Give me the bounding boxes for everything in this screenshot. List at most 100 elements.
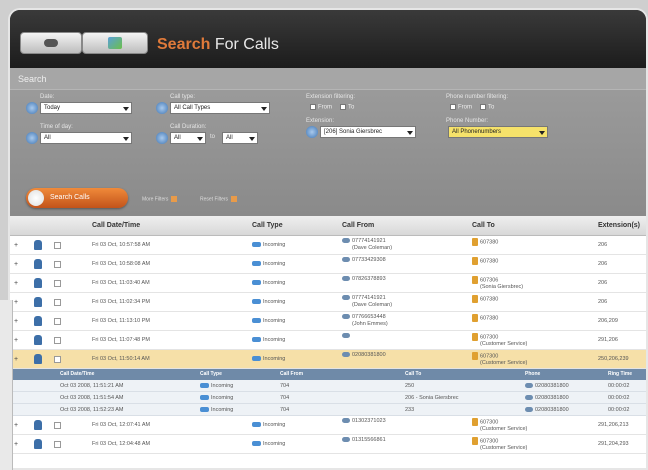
col-type[interactable]: Call Type bbox=[252, 222, 283, 229]
cell-to: 607300 (Customer Service) bbox=[472, 437, 527, 452]
cell-to: 607306 (Sonia Giersbrec) bbox=[472, 276, 523, 291]
table-row[interactable]: + Fri 03 Oct, 11:07:48 PM Incoming 607300 (C… bbox=[10, 331, 646, 350]
subcol-2[interactable]: Call From bbox=[280, 371, 303, 377]
arrow-in-icon bbox=[200, 383, 209, 389]
chevron-down-icon bbox=[407, 131, 413, 135]
phone-from-label: From bbox=[458, 104, 472, 111]
subgrid-row[interactable]: Oct 03 2008, 11:51:21 AM Incoming 704 250 02… bbox=[10, 380, 646, 392]
more-filters-option[interactable]: More Filters bbox=[142, 196, 178, 202]
sub-from: 704 bbox=[280, 383, 290, 389]
row-checkbox[interactable] bbox=[54, 299, 61, 306]
expand-icon[interactable]: + bbox=[14, 299, 18, 306]
time-select[interactable]: All bbox=[40, 132, 132, 144]
sub-type-label: Incoming bbox=[211, 383, 234, 389]
subcol-4[interactable]: Phone bbox=[525, 371, 540, 377]
time-value: All bbox=[44, 135, 51, 141]
user-icon bbox=[34, 354, 42, 364]
app-title-word1: Search bbox=[157, 36, 211, 53]
table-row[interactable]: + Fri 03 Oct, 11:03:40 AM Incoming 07826378… bbox=[10, 274, 646, 293]
duration-from-select[interactable]: All bbox=[170, 132, 206, 144]
reset-filters-option[interactable]: Reset Filters bbox=[200, 196, 238, 202]
col-from[interactable]: Call From bbox=[342, 222, 374, 229]
ext-from-label: From bbox=[318, 104, 332, 111]
phone-select[interactable]: All Phonenumbers bbox=[448, 126, 548, 138]
arrow-in-icon bbox=[252, 299, 261, 305]
cell-from: 07774141921 (Dave Coleman) bbox=[342, 238, 392, 252]
handset-icon bbox=[472, 314, 478, 322]
subgrid-row[interactable]: Oct 03 2008, 11:51:54 AM Incoming 704 206 -… bbox=[10, 392, 646, 404]
cell-to: 607380 bbox=[472, 238, 498, 253]
calltype-select[interactable]: All Call Types bbox=[170, 102, 270, 114]
cell-date: Fri 03 Oct, 11:02:34 PM bbox=[92, 299, 150, 305]
cell-type-label: Incoming bbox=[263, 242, 286, 248]
results-grid: Call Date/Time Call Type Call From Call … bbox=[10, 216, 646, 468]
row-checkbox[interactable] bbox=[54, 337, 61, 344]
table-row[interactable]: + Fri 03 Oct, 10:57:58 AM Incoming 07774141… bbox=[10, 236, 646, 255]
phone-to-label: To bbox=[488, 104, 495, 111]
ext-to-checkbox[interactable]: To bbox=[340, 104, 354, 111]
handset-icon bbox=[472, 257, 478, 265]
sub-phone-number: 02080381800 bbox=[535, 383, 569, 389]
table-row[interactable]: + Fri 03 Oct, 12:04:48 AM Incoming 01315566… bbox=[10, 435, 646, 454]
background-card bbox=[0, 300, 13, 470]
col-date[interactable]: Call Date/Time bbox=[92, 222, 140, 229]
duration-to-select[interactable]: All bbox=[222, 132, 258, 144]
expand-icon[interactable]: + bbox=[14, 422, 18, 429]
col-ext[interactable]: Extension(s) bbox=[598, 222, 640, 229]
phone-button[interactable] bbox=[20, 32, 82, 54]
col-to[interactable]: Call To bbox=[472, 222, 495, 229]
cell-date: Fri 03 Oct, 10:58:08 AM bbox=[92, 261, 151, 267]
extension-select[interactable]: [206] Sonia Giersbrec bbox=[320, 126, 416, 138]
expand-icon[interactable]: + bbox=[14, 280, 18, 287]
table-row[interactable]: + Fri 03 Oct, 11:02:34 PM Incoming 07774141… bbox=[10, 293, 646, 312]
table-row[interactable]: + Fri 03 Oct, 11:13:10 PM Incoming 07766653… bbox=[10, 312, 646, 331]
row-checkbox[interactable] bbox=[54, 356, 61, 363]
table-row[interactable]: + Fri 03 Oct, 12:07:41 AM Incoming 01302371… bbox=[10, 416, 646, 435]
row-checkbox[interactable] bbox=[54, 318, 61, 325]
expand-icon[interactable]: + bbox=[14, 242, 18, 249]
calendar-icon bbox=[26, 102, 38, 114]
user-icon bbox=[34, 240, 42, 250]
cell-from-number: 07766653448 bbox=[352, 314, 386, 320]
expand-icon[interactable]: + bbox=[14, 356, 18, 363]
ext-from-checkbox[interactable]: From bbox=[310, 104, 332, 111]
row-checkbox[interactable] bbox=[54, 441, 61, 448]
image-icon bbox=[108, 37, 122, 49]
cell-type-label: Incoming bbox=[263, 356, 286, 362]
search-calls-button[interactable]: Search Calls bbox=[26, 188, 128, 208]
row-checkbox[interactable] bbox=[54, 242, 61, 249]
cell-to-number: 607300 bbox=[480, 353, 499, 360]
date-select[interactable]: Today bbox=[40, 102, 132, 114]
expand-icon[interactable]: + bbox=[14, 261, 18, 268]
subcol-1[interactable]: Call Type bbox=[200, 371, 222, 377]
phone-to-checkbox[interactable]: To bbox=[480, 104, 494, 111]
subcol-0[interactable]: Call Date/Time bbox=[60, 371, 94, 377]
cell-to-name: (Customer Service) bbox=[480, 360, 528, 367]
handset-icon bbox=[472, 437, 478, 445]
table-row[interactable]: + Fri 03 Oct, 10:58:08 AM Incoming 07733429… bbox=[10, 255, 646, 274]
search-panel: Search Date: Today Time of day: All Call… bbox=[10, 68, 646, 216]
row-checkbox[interactable] bbox=[54, 261, 61, 268]
arrow-in-icon bbox=[252, 318, 261, 324]
extension-label: Extension: bbox=[306, 118, 335, 124]
image-button[interactable] bbox=[82, 32, 148, 54]
app-title-word2: For Calls bbox=[214, 36, 279, 53]
subcol-3[interactable]: Call To bbox=[405, 371, 421, 377]
row-checkbox[interactable] bbox=[54, 422, 61, 429]
subgrid-row[interactable]: Oct 03 2008, 11:52:23 AM Incoming 704 233 02… bbox=[10, 404, 646, 416]
expand-icon[interactable]: + bbox=[14, 441, 18, 448]
sub-type: Incoming bbox=[200, 383, 233, 389]
cell-from: 01302371023 bbox=[342, 418, 386, 432]
handset-icon bbox=[472, 418, 478, 426]
cell-to-number: 607300 bbox=[480, 419, 499, 426]
row-checkbox[interactable] bbox=[54, 280, 61, 287]
expand-icon[interactable]: + bbox=[14, 337, 18, 344]
subcol-5[interactable]: Ring Time bbox=[608, 371, 632, 377]
cell-to-name: (Customer Service) bbox=[480, 426, 528, 433]
cell-from: 07766653448 (John Emmes) bbox=[342, 314, 388, 328]
phone-icon bbox=[342, 437, 350, 443]
table-row[interactable]: + Fri 03 Oct, 11:50:14 AM Incoming 02080381… bbox=[10, 350, 646, 369]
expand-icon[interactable]: + bbox=[14, 318, 18, 325]
phone-from-checkbox[interactable]: From bbox=[450, 104, 472, 111]
calltype-label: Call type: bbox=[170, 94, 196, 100]
